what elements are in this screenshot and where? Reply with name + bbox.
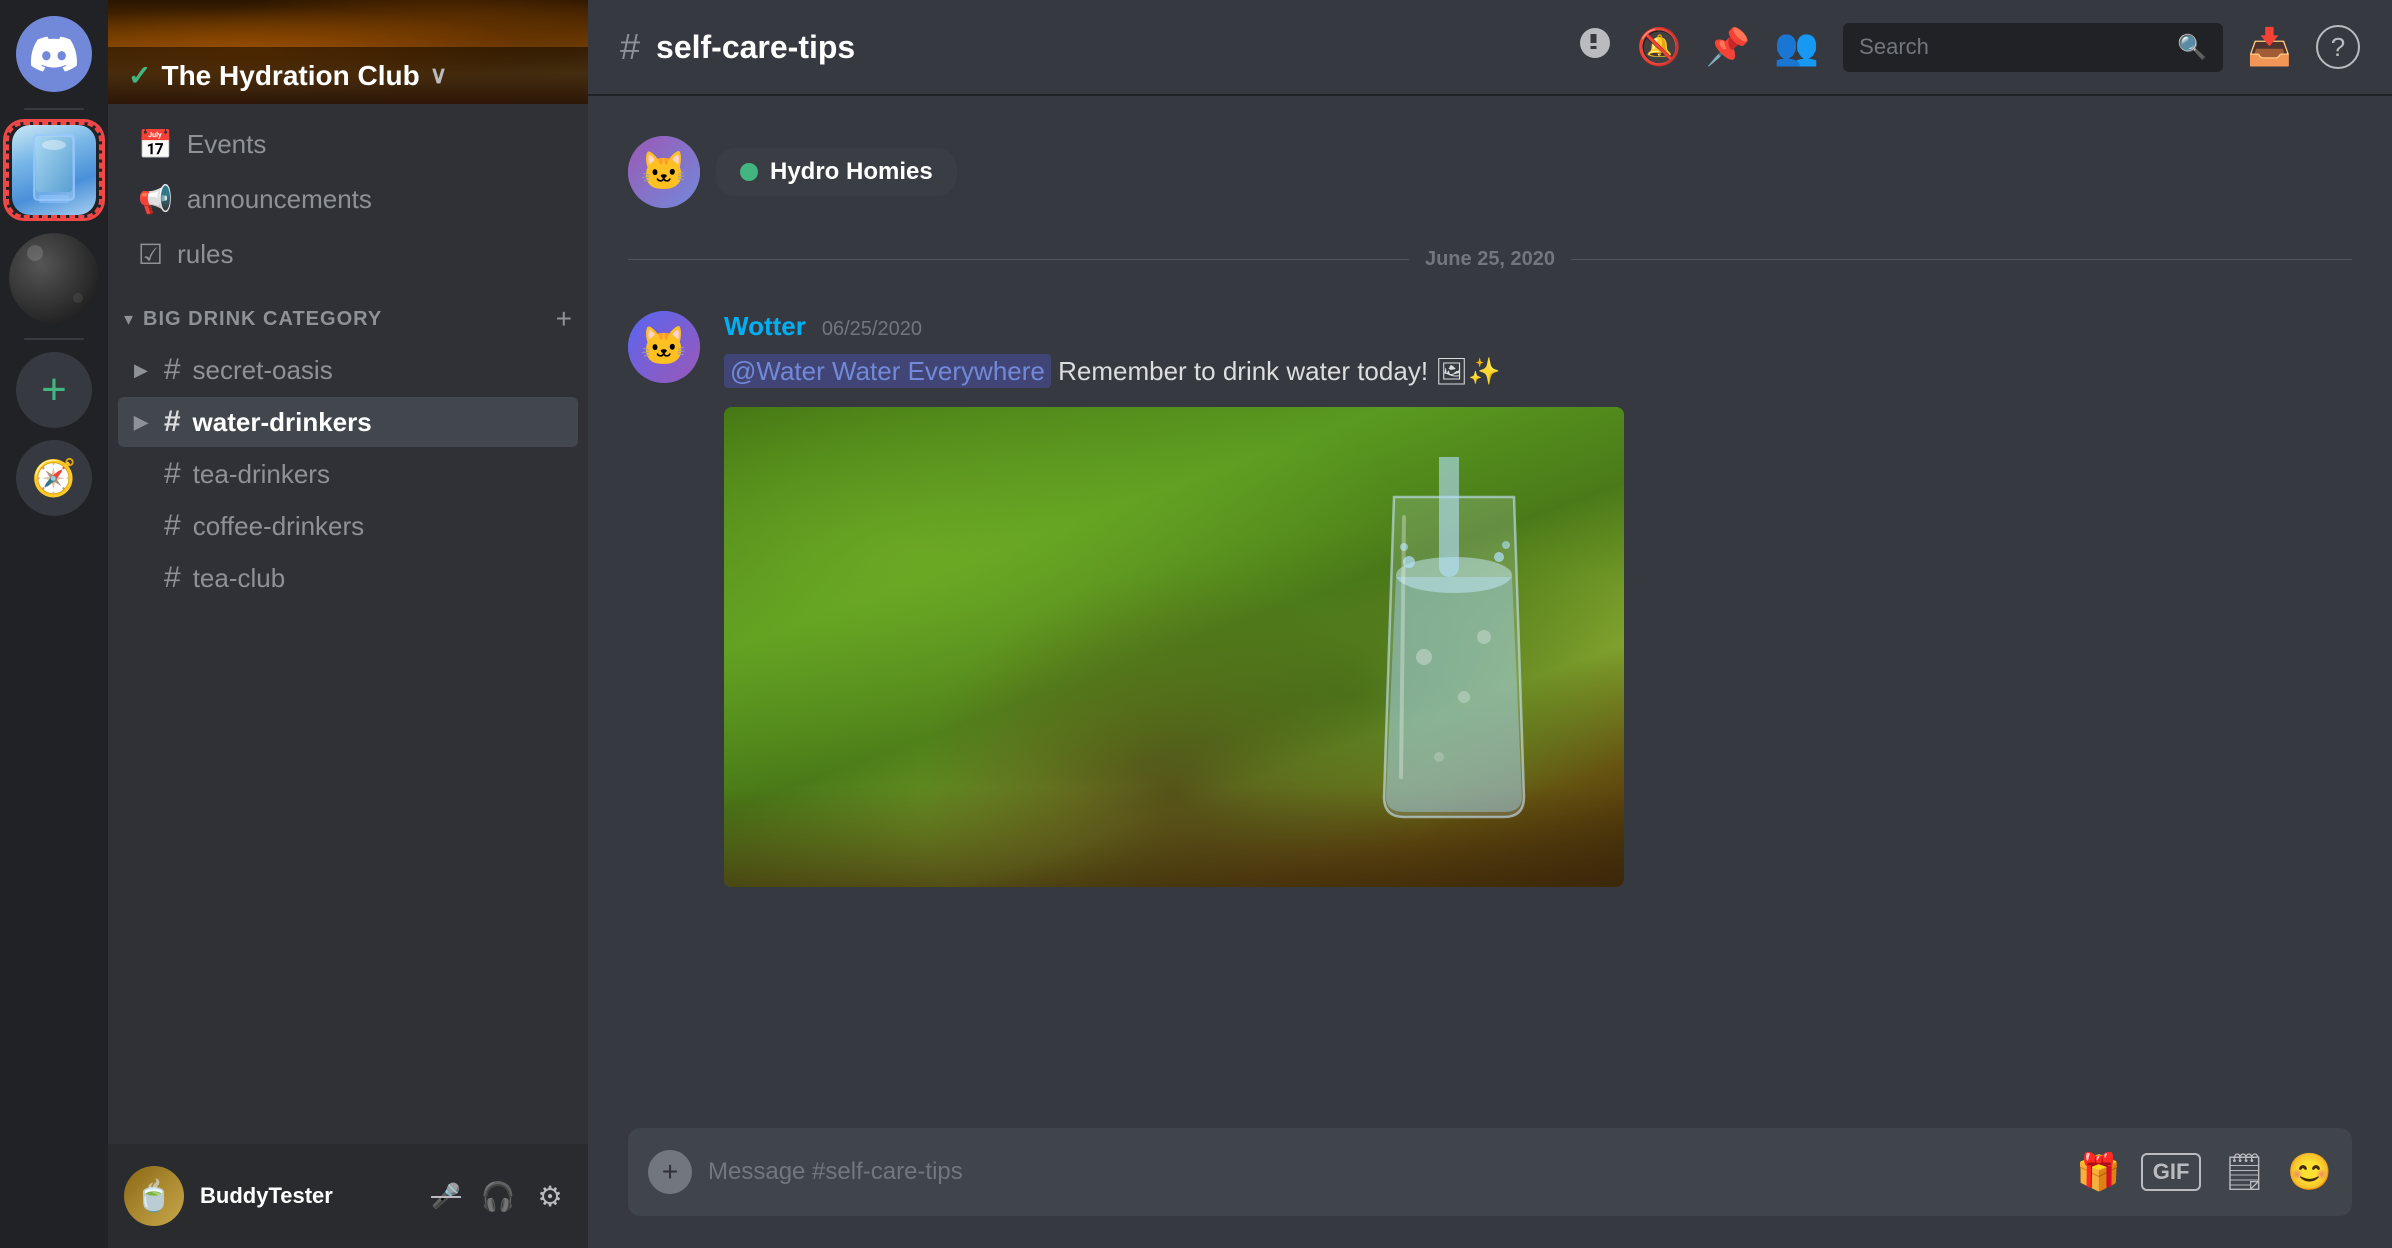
announcements-icon: 📢 xyxy=(138,183,173,216)
messages-area: 🐱 Hydro Homies June 25, 2020 🐱 Wotter 06… xyxy=(588,96,2392,1128)
message-input-area: + Message #self-care-tips 🎁 GIF 🗒 😊 xyxy=(588,1128,2392,1248)
events-label: Events xyxy=(187,129,267,160)
main-content: # self-care-tips 🔕 📌 👥 Search 🔍 📥 ? 🐱 xyxy=(588,0,2392,1248)
status-pill: Hydro Homies xyxy=(716,148,957,196)
hash-icon: # xyxy=(164,353,181,387)
channel-sidebar: ✓ The Hydration Club ∨ 📅 Events 📢 announ… xyxy=(108,0,588,1248)
top-bar-actions: 🔕 📌 👥 Search 🔍 📥 ? xyxy=(1577,23,2360,72)
rules-label: rules xyxy=(177,239,233,270)
hash-icon-5: # xyxy=(164,561,181,595)
channel-secret-oasis[interactable]: ▶ # secret-oasis xyxy=(118,345,578,395)
channel-item-announcements[interactable]: 📢 announcements xyxy=(118,173,578,226)
gift-icon[interactable]: 🎁 xyxy=(2076,1151,2121,1193)
channel-tea-club[interactable]: # tea-club xyxy=(118,553,578,603)
channel-settings-icon[interactable] xyxy=(1577,25,1613,70)
date-separator: June 25, 2020 xyxy=(588,224,2392,295)
channel-name-tea-club: tea-club xyxy=(193,563,286,594)
user-info: BuddyTester xyxy=(200,1183,408,1209)
rules-icon: ☑ xyxy=(138,238,163,271)
server-header[interactable]: ✓ The Hydration Club ∨ xyxy=(108,0,588,104)
date-label: June 25, 2020 xyxy=(1425,248,1555,271)
channel-header-name: self-care-tips xyxy=(656,29,855,66)
server-icon-dark[interactable] xyxy=(6,230,102,326)
channel-list: 📅 Events 📢 announcements ☑ rules ▾ BIG D… xyxy=(108,104,588,1144)
mute-channel-icon[interactable]: 🔕 xyxy=(1637,26,1682,68)
status-user-name: Hydro Homies xyxy=(770,158,933,186)
top-bar: # self-care-tips 🔕 📌 👥 Search 🔍 📥 ? xyxy=(588,0,2392,96)
channel-coffee-drinkers[interactable]: # coffee-drinkers xyxy=(118,501,578,551)
message-image xyxy=(724,407,1624,887)
server-icon-water[interactable] xyxy=(6,122,102,218)
add-server-button[interactable]: + xyxy=(16,352,92,428)
gif-button[interactable]: GIF xyxy=(2141,1153,2202,1191)
message-avatar: 🐱 xyxy=(628,311,700,383)
user-controls: 🎤 🎧 ⚙ xyxy=(424,1174,572,1218)
message-content: Wotter 06/25/2020 @Water Water Everywher… xyxy=(724,311,2352,887)
message-input-box: + Message #self-care-tips 🎁 GIF 🗒 😊 xyxy=(628,1128,2352,1216)
add-attachment-button[interactable]: + xyxy=(648,1150,692,1194)
category-header[interactable]: ▾ BIG DRINK CATEGORY + xyxy=(108,283,588,343)
events-icon: 📅 xyxy=(138,128,173,161)
server-divider-2 xyxy=(24,338,84,340)
channel-header: # self-care-tips xyxy=(620,26,855,68)
sticker-icon[interactable]: 🗒 xyxy=(2221,1151,2267,1193)
message-username: Wotter xyxy=(724,311,806,342)
channel-name-secret-oasis: secret-oasis xyxy=(193,355,333,386)
channel-hash-symbol: # xyxy=(620,26,640,68)
mute-button[interactable]: 🎤 xyxy=(424,1174,468,1218)
headset-button[interactable]: 🎧 xyxy=(476,1174,520,1218)
channel-name-coffee-drinkers: coffee-drinkers xyxy=(193,511,365,542)
category-collapse-arrow: ▾ xyxy=(124,309,133,330)
message-mention[interactable]: @Water Water Everywhere xyxy=(724,354,1051,388)
server-title-bar: ✓ The Hydration Club ∨ xyxy=(108,47,588,104)
channel-item-rules[interactable]: ☑ rules xyxy=(118,228,578,281)
inbox-icon[interactable]: 📥 xyxy=(2247,26,2292,68)
message-text: @Water Water Everywhere Remember to drin… xyxy=(724,352,2352,391)
water-glass-graphic xyxy=(1344,457,1564,837)
channel-item-events[interactable]: 📅 Events xyxy=(118,118,578,171)
members-icon[interactable]: 👥 xyxy=(1774,26,1819,68)
search-placeholder-text: Search xyxy=(1859,34,2165,60)
hash-icon-2: # xyxy=(164,405,181,439)
emoji-icon[interactable]: 😊 xyxy=(2287,1151,2332,1193)
status-avatar: 🐱 xyxy=(628,136,700,208)
server-dropdown-arrow[interactable]: ∨ xyxy=(430,61,448,90)
date-line-left xyxy=(628,259,1409,260)
username-text: BuddyTester xyxy=(200,1183,408,1209)
message-timestamp: 06/25/2020 xyxy=(822,318,922,341)
server-name-text: The Hydration Club xyxy=(161,60,419,92)
hash-icon-3: # xyxy=(164,457,181,491)
input-actions: 🎁 GIF 🗒 😊 xyxy=(2076,1151,2332,1193)
hash-icon-4: # xyxy=(164,509,181,543)
server-divider xyxy=(24,108,84,110)
explore-servers-button[interactable]: 🧭 xyxy=(16,440,92,516)
user-avatar: 🍵 xyxy=(124,1166,184,1226)
help-icon[interactable]: ? xyxy=(2316,25,2360,69)
channel-water-drinkers[interactable]: ▶ # water-drinkers xyxy=(118,397,578,447)
online-indicator xyxy=(740,163,758,181)
category-name: BIG DRINK CATEGORY xyxy=(143,308,546,331)
channel-name-water-drinkers: water-drinkers xyxy=(193,407,372,438)
server-name: ✓ The Hydration Club ∨ xyxy=(128,59,447,92)
date-line-right xyxy=(1571,259,2352,260)
channel-collapse-arrow: ▶ xyxy=(134,360,148,381)
status-bar: 🐱 Hydro Homies xyxy=(588,120,2392,224)
search-bar[interactable]: Search 🔍 xyxy=(1843,23,2223,72)
channel-name-tea-drinkers: tea-drinkers xyxy=(193,459,330,490)
settings-button[interactable]: ⚙ xyxy=(528,1174,572,1218)
category-add-button[interactable]: + xyxy=(556,303,572,335)
user-panel: 🍵 BuddyTester 🎤 🎧 ⚙ xyxy=(108,1144,588,1248)
message-header: Wotter 06/25/2020 xyxy=(724,311,2352,342)
pin-icon[interactable]: 📌 xyxy=(1706,26,1751,68)
discord-logo[interactable] xyxy=(16,16,92,92)
search-icon: 🔍 xyxy=(2177,33,2207,62)
channel-collapse-arrow-2: ▶ xyxy=(134,412,148,433)
message-body: Remember to drink water today! 🖼✨ xyxy=(1058,356,1501,386)
server-sidebar: + 🧭 xyxy=(0,0,108,1248)
message-group: 🐱 Wotter 06/25/2020 @Water Water Everywh… xyxy=(588,295,2392,903)
message-input-placeholder[interactable]: Message #self-care-tips xyxy=(708,1158,2060,1186)
announcements-label: announcements xyxy=(187,184,372,215)
server-checkmark: ✓ xyxy=(128,59,151,92)
channel-tea-drinkers[interactable]: # tea-drinkers xyxy=(118,449,578,499)
